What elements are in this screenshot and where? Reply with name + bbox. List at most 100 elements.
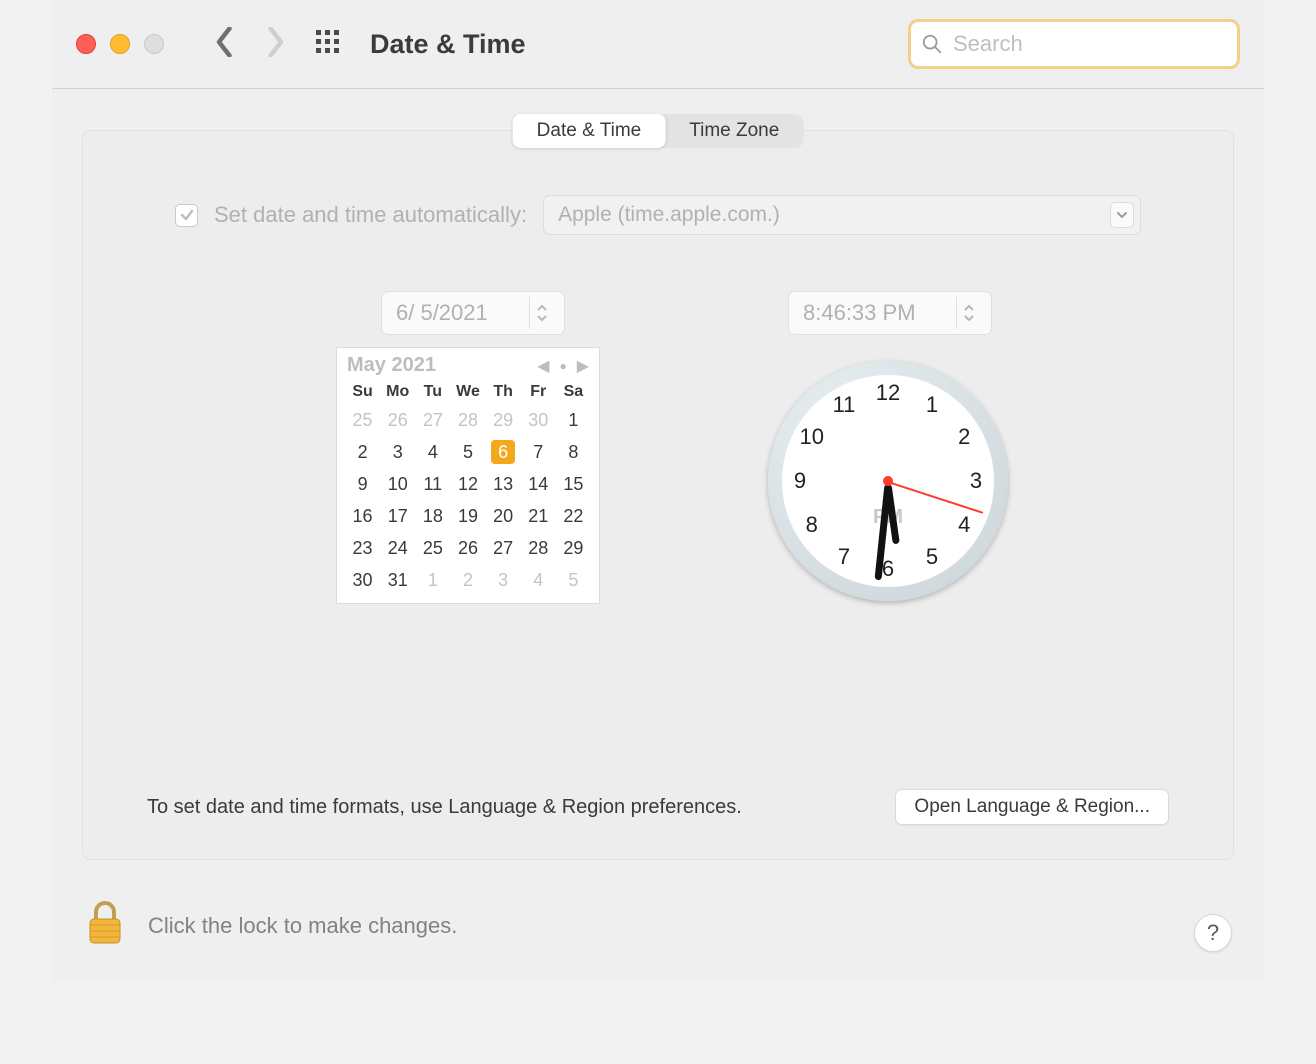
search-field[interactable] bbox=[908, 19, 1240, 69]
close-window-button[interactable] bbox=[76, 34, 96, 54]
calendar-day[interactable]: 30 bbox=[521, 407, 556, 433]
format-hint: To set date and time formats, use Langua… bbox=[147, 796, 742, 819]
calendar-day[interactable]: 30 bbox=[345, 567, 380, 593]
calendar-day[interactable]: 2 bbox=[345, 439, 380, 465]
analog-clock: PM 121234567891011 bbox=[768, 361, 1008, 601]
back-button[interactable] bbox=[214, 27, 236, 62]
tab-bar: Date & Time Time Zone bbox=[513, 114, 804, 148]
clock-numeral: 1 bbox=[926, 392, 938, 418]
calendar-day[interactable]: 18 bbox=[415, 503, 450, 529]
clock-numeral: 7 bbox=[838, 544, 850, 570]
calendar-day[interactable]: 9 bbox=[345, 471, 380, 497]
calendar-today-button[interactable]: ● bbox=[559, 359, 566, 373]
calendar-grid: SuMoTuWeThFrSa25262728293012345678910111… bbox=[337, 377, 599, 603]
calendar-next-button[interactable]: ▶ bbox=[577, 356, 589, 376]
calendar-day[interactable]: 3 bbox=[486, 567, 521, 593]
time-stepper-arrows[interactable] bbox=[956, 297, 983, 329]
calendar-day[interactable]: 25 bbox=[415, 535, 450, 561]
open-language-region-button[interactable]: Open Language & Region... bbox=[895, 789, 1169, 825]
auto-checkbox[interactable] bbox=[175, 204, 198, 227]
calendar-day[interactable]: 4 bbox=[521, 567, 556, 593]
tab-time-zone[interactable]: Time Zone bbox=[665, 114, 803, 148]
calendar-day[interactable]: 11 bbox=[415, 471, 450, 497]
calendar-day[interactable]: 19 bbox=[450, 503, 485, 529]
help-button[interactable]: ? bbox=[1194, 914, 1232, 952]
combo-arrow-button[interactable] bbox=[1110, 202, 1134, 228]
calendar-day[interactable]: 2 bbox=[450, 567, 485, 593]
lock-row: Click the lock to make changes. bbox=[84, 899, 457, 952]
minimize-window-button[interactable] bbox=[110, 34, 130, 54]
calendar-title: May 2021 bbox=[347, 354, 436, 377]
calendar-dow: Fr bbox=[521, 383, 556, 401]
calendar-day[interactable]: 24 bbox=[380, 535, 415, 561]
calendar-nav: ◀ ● ▶ bbox=[537, 356, 589, 376]
calendar-day[interactable]: 29 bbox=[486, 407, 521, 433]
calendar-day[interactable]: 13 bbox=[486, 471, 521, 497]
page-title: Date & Time bbox=[370, 29, 526, 60]
toolbar: Date & Time bbox=[52, 0, 1264, 89]
auto-row: Set date and time automatically: Apple (… bbox=[175, 195, 1141, 235]
lock-button[interactable] bbox=[84, 899, 126, 952]
footer-row: To set date and time formats, use Langua… bbox=[147, 789, 1169, 825]
calendar-dow: We bbox=[450, 383, 485, 401]
lock-text: Click the lock to make changes. bbox=[148, 913, 457, 939]
calendar-day[interactable]: 26 bbox=[380, 407, 415, 433]
check-icon bbox=[180, 208, 194, 222]
tab-date-time[interactable]: Date & Time bbox=[513, 114, 666, 148]
clock-numeral: 6 bbox=[882, 556, 894, 582]
calendar-day[interactable]: 7 bbox=[521, 439, 556, 465]
search-input[interactable] bbox=[951, 30, 1227, 58]
calendar-day[interactable]: 1 bbox=[415, 567, 450, 593]
calendar-day[interactable]: 4 bbox=[415, 439, 450, 465]
nav-arrows bbox=[214, 27, 286, 62]
calendar-prev-button[interactable]: ◀ bbox=[537, 356, 549, 376]
zoom-window-button[interactable] bbox=[144, 34, 164, 54]
time-stepper[interactable]: 8:46:33 PM bbox=[788, 291, 992, 335]
time-value: 8:46:33 PM bbox=[803, 300, 916, 326]
clock-numeral: 12 bbox=[876, 380, 900, 406]
calendar-day[interactable]: 10 bbox=[380, 471, 415, 497]
date-stepper[interactable]: 6/ 5/2021 bbox=[381, 291, 565, 335]
calendar: May 2021 ◀ ● ▶ SuMoTuWeThFrSa25262728293… bbox=[336, 347, 600, 604]
clock-numeral: 2 bbox=[958, 424, 970, 450]
calendar-dow: Sa bbox=[556, 383, 591, 401]
date-stepper-arrows[interactable] bbox=[529, 297, 556, 329]
calendar-day[interactable]: 1 bbox=[556, 407, 591, 433]
clock-numeral: 10 bbox=[800, 424, 824, 450]
calendar-day[interactable]: 17 bbox=[380, 503, 415, 529]
clock-numeral: 9 bbox=[794, 468, 806, 494]
auto-label: Set date and time automatically: bbox=[214, 202, 527, 228]
calendar-day[interactable]: 21 bbox=[521, 503, 556, 529]
clock-numeral: 4 bbox=[958, 512, 970, 538]
calendar-day[interactable]: 27 bbox=[486, 535, 521, 561]
calendar-day[interactable]: 5 bbox=[450, 439, 485, 465]
calendar-day[interactable]: 5 bbox=[556, 567, 591, 593]
calendar-day[interactable]: 8 bbox=[556, 439, 591, 465]
time-server-combo[interactable]: Apple (time.apple.com.) bbox=[543, 195, 1141, 235]
calendar-day[interactable]: 28 bbox=[450, 407, 485, 433]
calendar-day[interactable]: 16 bbox=[345, 503, 380, 529]
calendar-day[interactable]: 23 bbox=[345, 535, 380, 561]
calendar-day[interactable]: 25 bbox=[345, 407, 380, 433]
show-all-button[interactable] bbox=[314, 28, 342, 61]
chevron-up-icon bbox=[536, 303, 548, 313]
calendar-day[interactable]: 6 bbox=[486, 439, 521, 465]
calendar-day[interactable]: 22 bbox=[556, 503, 591, 529]
calendar-day[interactable]: 29 bbox=[556, 535, 591, 561]
date-value: 6/ 5/2021 bbox=[396, 300, 488, 326]
calendar-day[interactable]: 12 bbox=[450, 471, 485, 497]
calendar-dow: Th bbox=[486, 383, 521, 401]
calendar-day[interactable]: 3 bbox=[380, 439, 415, 465]
calendar-day[interactable]: 27 bbox=[415, 407, 450, 433]
forward-button[interactable] bbox=[264, 27, 286, 62]
calendar-day[interactable]: 20 bbox=[486, 503, 521, 529]
calendar-day[interactable]: 31 bbox=[380, 567, 415, 593]
lock-icon bbox=[84, 899, 126, 947]
window-controls bbox=[76, 34, 164, 54]
calendar-day[interactable]: 14 bbox=[521, 471, 556, 497]
calendar-day[interactable]: 28 bbox=[521, 535, 556, 561]
calendar-day[interactable]: 26 bbox=[450, 535, 485, 561]
calendar-day[interactable]: 15 bbox=[556, 471, 591, 497]
search-icon bbox=[921, 33, 943, 55]
calendar-dow: Tu bbox=[415, 383, 450, 401]
